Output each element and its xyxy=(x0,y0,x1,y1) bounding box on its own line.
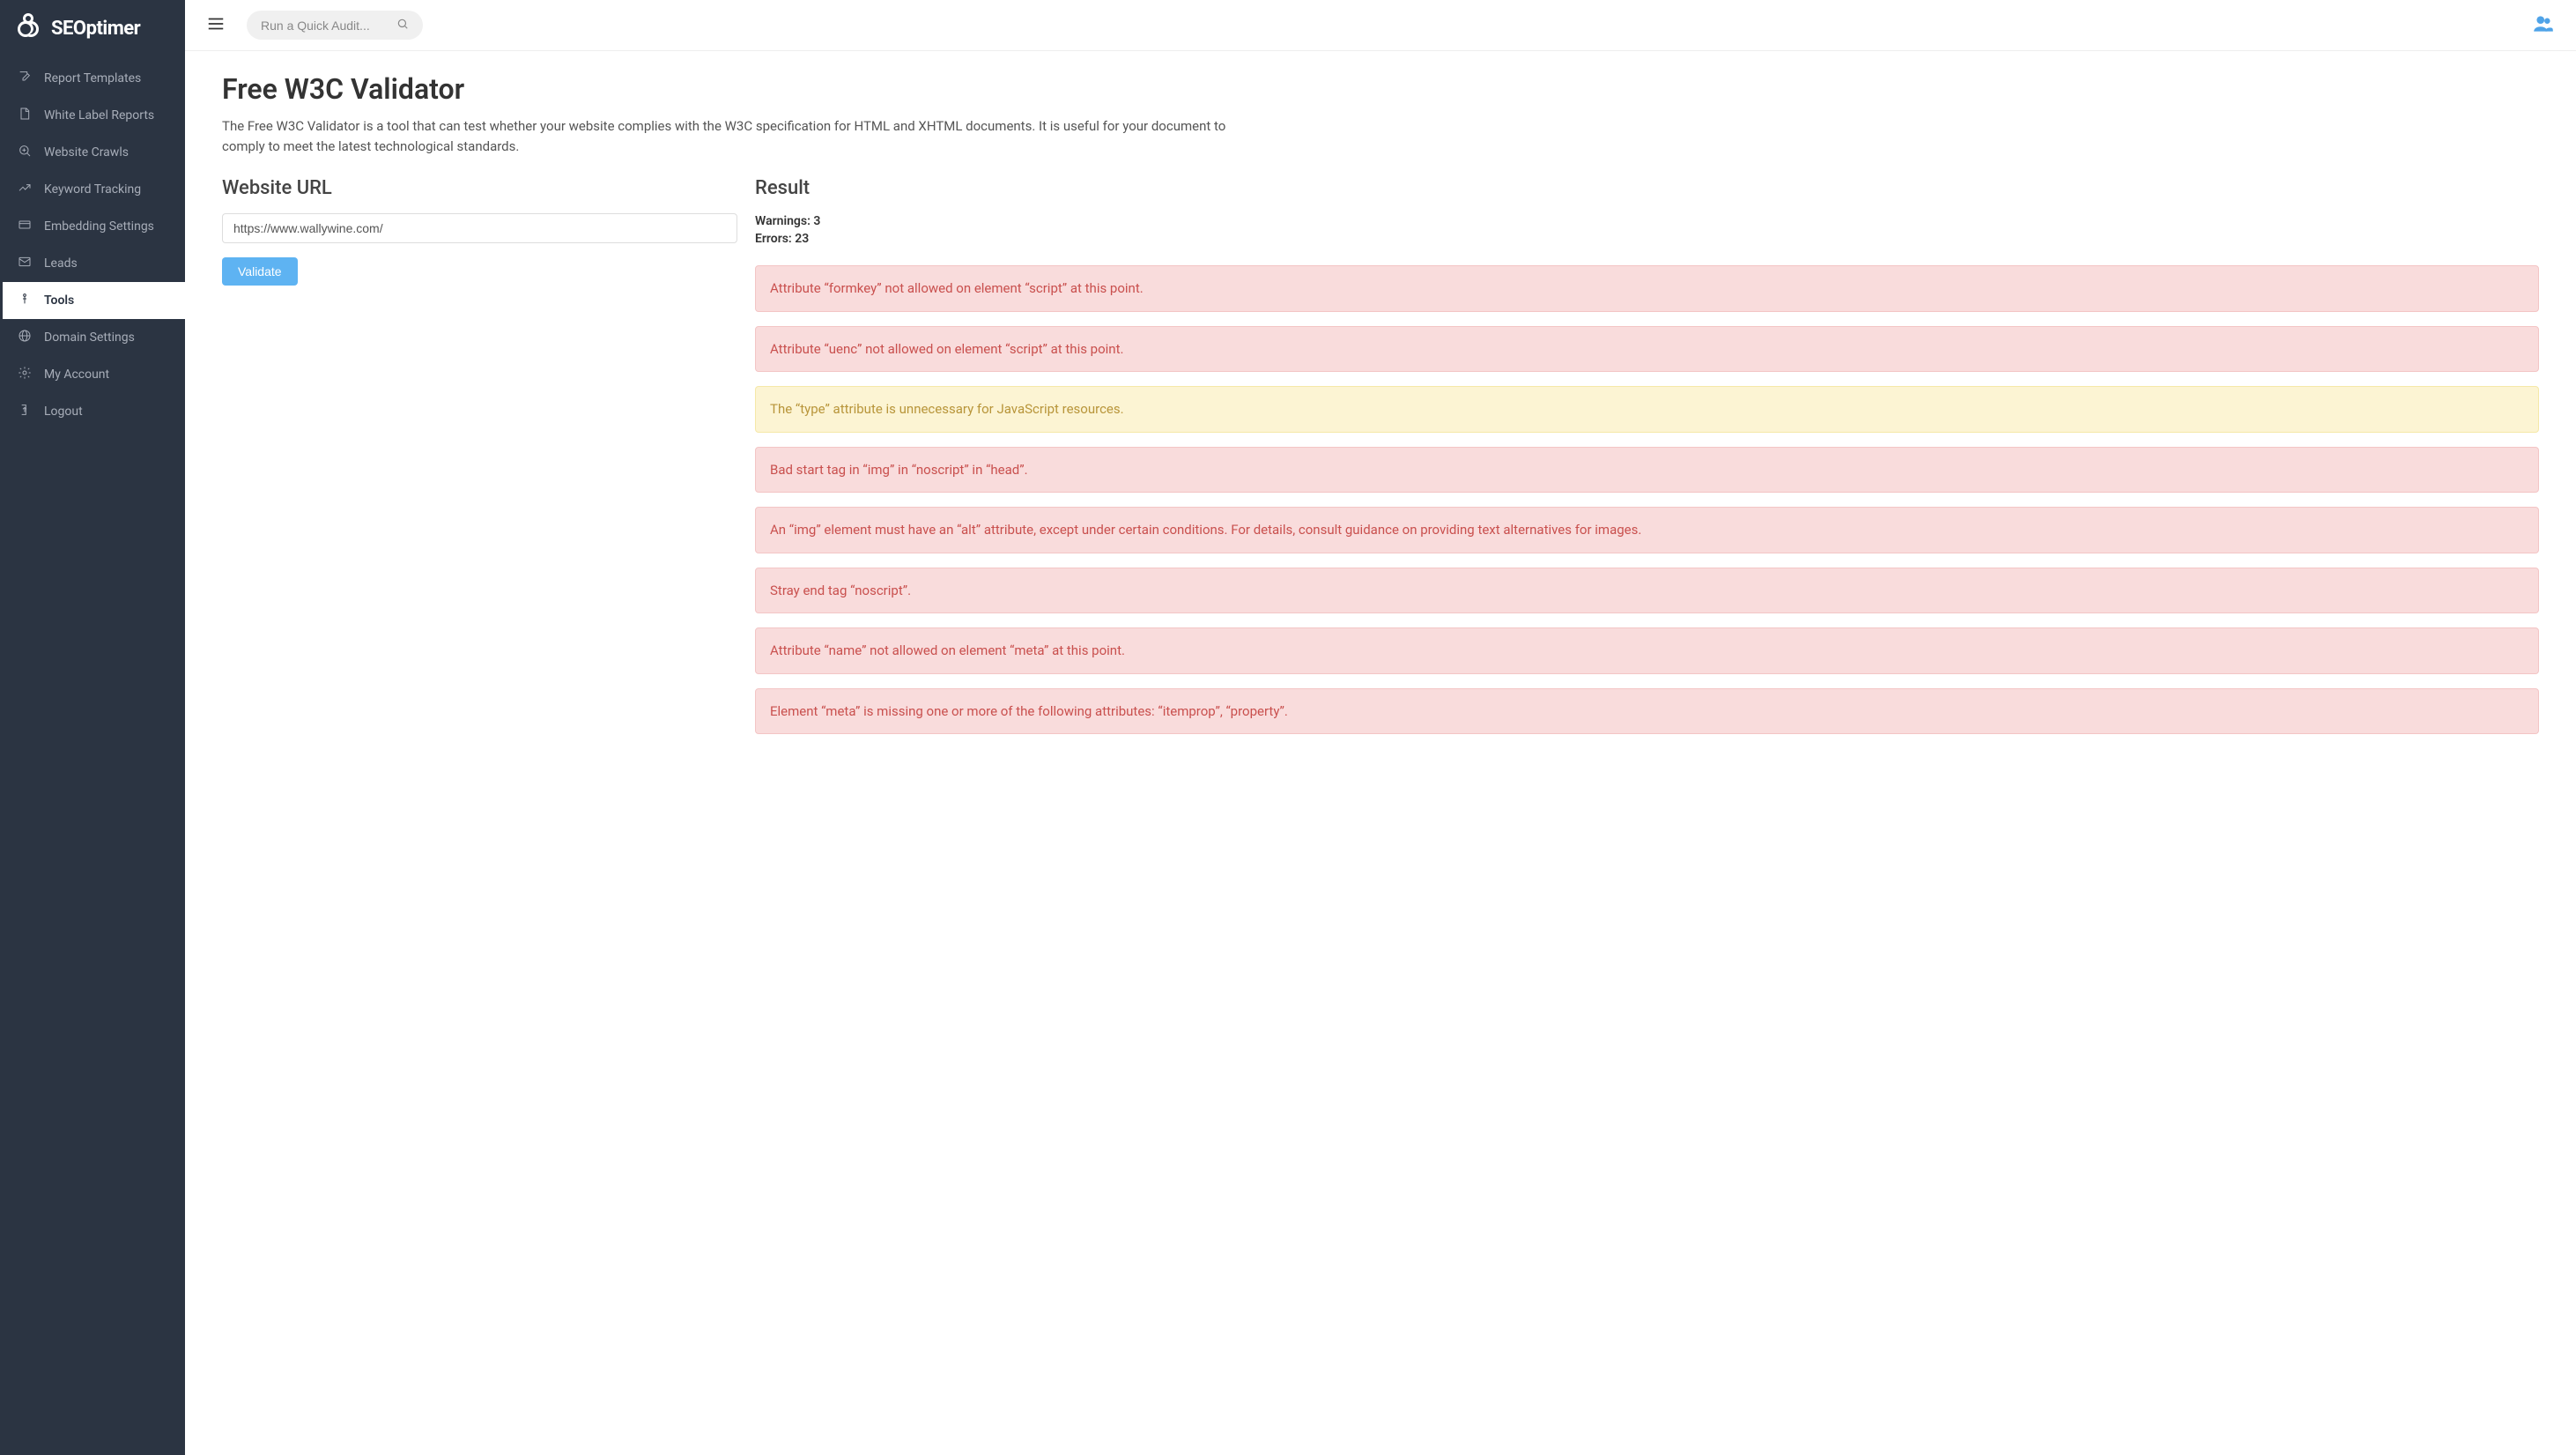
brand-logo-icon xyxy=(12,11,44,46)
errors-label: Errors: xyxy=(755,232,795,246)
logout-icon xyxy=(18,403,32,420)
embed-icon xyxy=(18,218,32,235)
sidebar-item-label: Tools xyxy=(44,293,74,308)
edit-icon xyxy=(18,70,32,87)
result-error-item: Attribute “name” not allowed on element … xyxy=(755,627,2539,674)
globe-icon xyxy=(18,329,32,346)
gear-icon xyxy=(18,366,32,383)
sidebar-item-label: White Label Reports xyxy=(44,108,154,122)
file-icon xyxy=(18,107,32,124)
website-url-input[interactable] xyxy=(222,213,737,243)
sidebar-item-tools[interactable]: Tools xyxy=(0,282,185,319)
results-list: Attribute “formkey” not allowed on eleme… xyxy=(755,265,2539,734)
sidebar-item-label: Domain Settings xyxy=(44,330,135,345)
page-description: The Free W3C Validator is a tool that ca… xyxy=(222,116,1226,156)
mail-icon xyxy=(18,255,32,272)
brand-name: SEOptimer xyxy=(51,18,140,40)
errors-count: 23 xyxy=(795,232,809,246)
sidebar-nav: Report Templates White Label Reports Websi… xyxy=(0,60,185,430)
result-section-header: Result xyxy=(755,177,2539,199)
sidebar-item-leads[interactable]: Leads xyxy=(0,245,185,282)
sidebar-item-keyword-tracking[interactable]: Keyword Tracking xyxy=(0,171,185,208)
result-summary: Warnings: 3 Errors: 23 xyxy=(755,213,2539,248)
sidebar-item-domain-settings[interactable]: Domain Settings xyxy=(0,319,185,356)
page-title: Free W3C Validator xyxy=(222,72,2539,106)
sidebar-item-logout[interactable]: Logout xyxy=(0,393,185,430)
sidebar-item-label: Website Crawls xyxy=(44,145,129,160)
search-icon xyxy=(396,17,409,33)
warnings-count: 3 xyxy=(813,214,820,228)
hamburger-menu-icon[interactable] xyxy=(206,14,226,37)
topbar xyxy=(185,0,2576,51)
sidebar-item-label: Keyword Tracking xyxy=(44,182,141,197)
result-warning-item: The “type” attribute is unnecessary for … xyxy=(755,386,2539,433)
sidebar-item-label: Embedding Settings xyxy=(44,219,154,234)
trend-icon xyxy=(18,181,32,198)
sidebar-item-label: Logout xyxy=(44,405,83,419)
result-error-item: Attribute “formkey” not allowed on eleme… xyxy=(755,265,2539,312)
users-icon[interactable] xyxy=(2532,12,2555,39)
sidebar-item-label: Report Templates xyxy=(44,71,141,85)
brand-logo[interactable]: SEOptimer xyxy=(0,0,185,60)
url-section-header: Website URL xyxy=(222,177,737,199)
result-error-item: Attribute “uenc” not allowed on element … xyxy=(755,326,2539,373)
sidebar-item-my-account[interactable]: My Account xyxy=(0,356,185,393)
zoom-icon xyxy=(18,144,32,161)
search-input[interactable] xyxy=(261,19,388,33)
result-error-item: Stray end tag “noscript”. xyxy=(755,568,2539,614)
sidebar-item-report-templates[interactable]: Report Templates xyxy=(0,60,185,97)
sidebar: SEOptimer Report Templates White Label Re… xyxy=(0,0,185,1455)
tool-icon xyxy=(18,292,32,309)
page-content: Free W3C Validator The Free W3C Validato… xyxy=(185,51,2576,769)
sidebar-item-label: My Account xyxy=(44,367,109,382)
result-error-item: Element “meta” is missing one or more of… xyxy=(755,688,2539,735)
sidebar-item-website-crawls[interactable]: Website Crawls xyxy=(0,134,185,171)
warnings-label: Warnings: xyxy=(755,214,813,228)
result-error-item: Bad start tag in “img” in “noscript” in … xyxy=(755,447,2539,494)
sidebar-item-embedding-settings[interactable]: Embedding Settings xyxy=(0,208,185,245)
validate-button[interactable]: Validate xyxy=(222,257,298,286)
result-error-item: An “img” element must have an “alt” attr… xyxy=(755,507,2539,553)
sidebar-item-white-label-reports[interactable]: White Label Reports xyxy=(0,97,185,134)
quick-audit-search[interactable] xyxy=(247,11,423,40)
sidebar-item-label: Leads xyxy=(44,256,78,271)
